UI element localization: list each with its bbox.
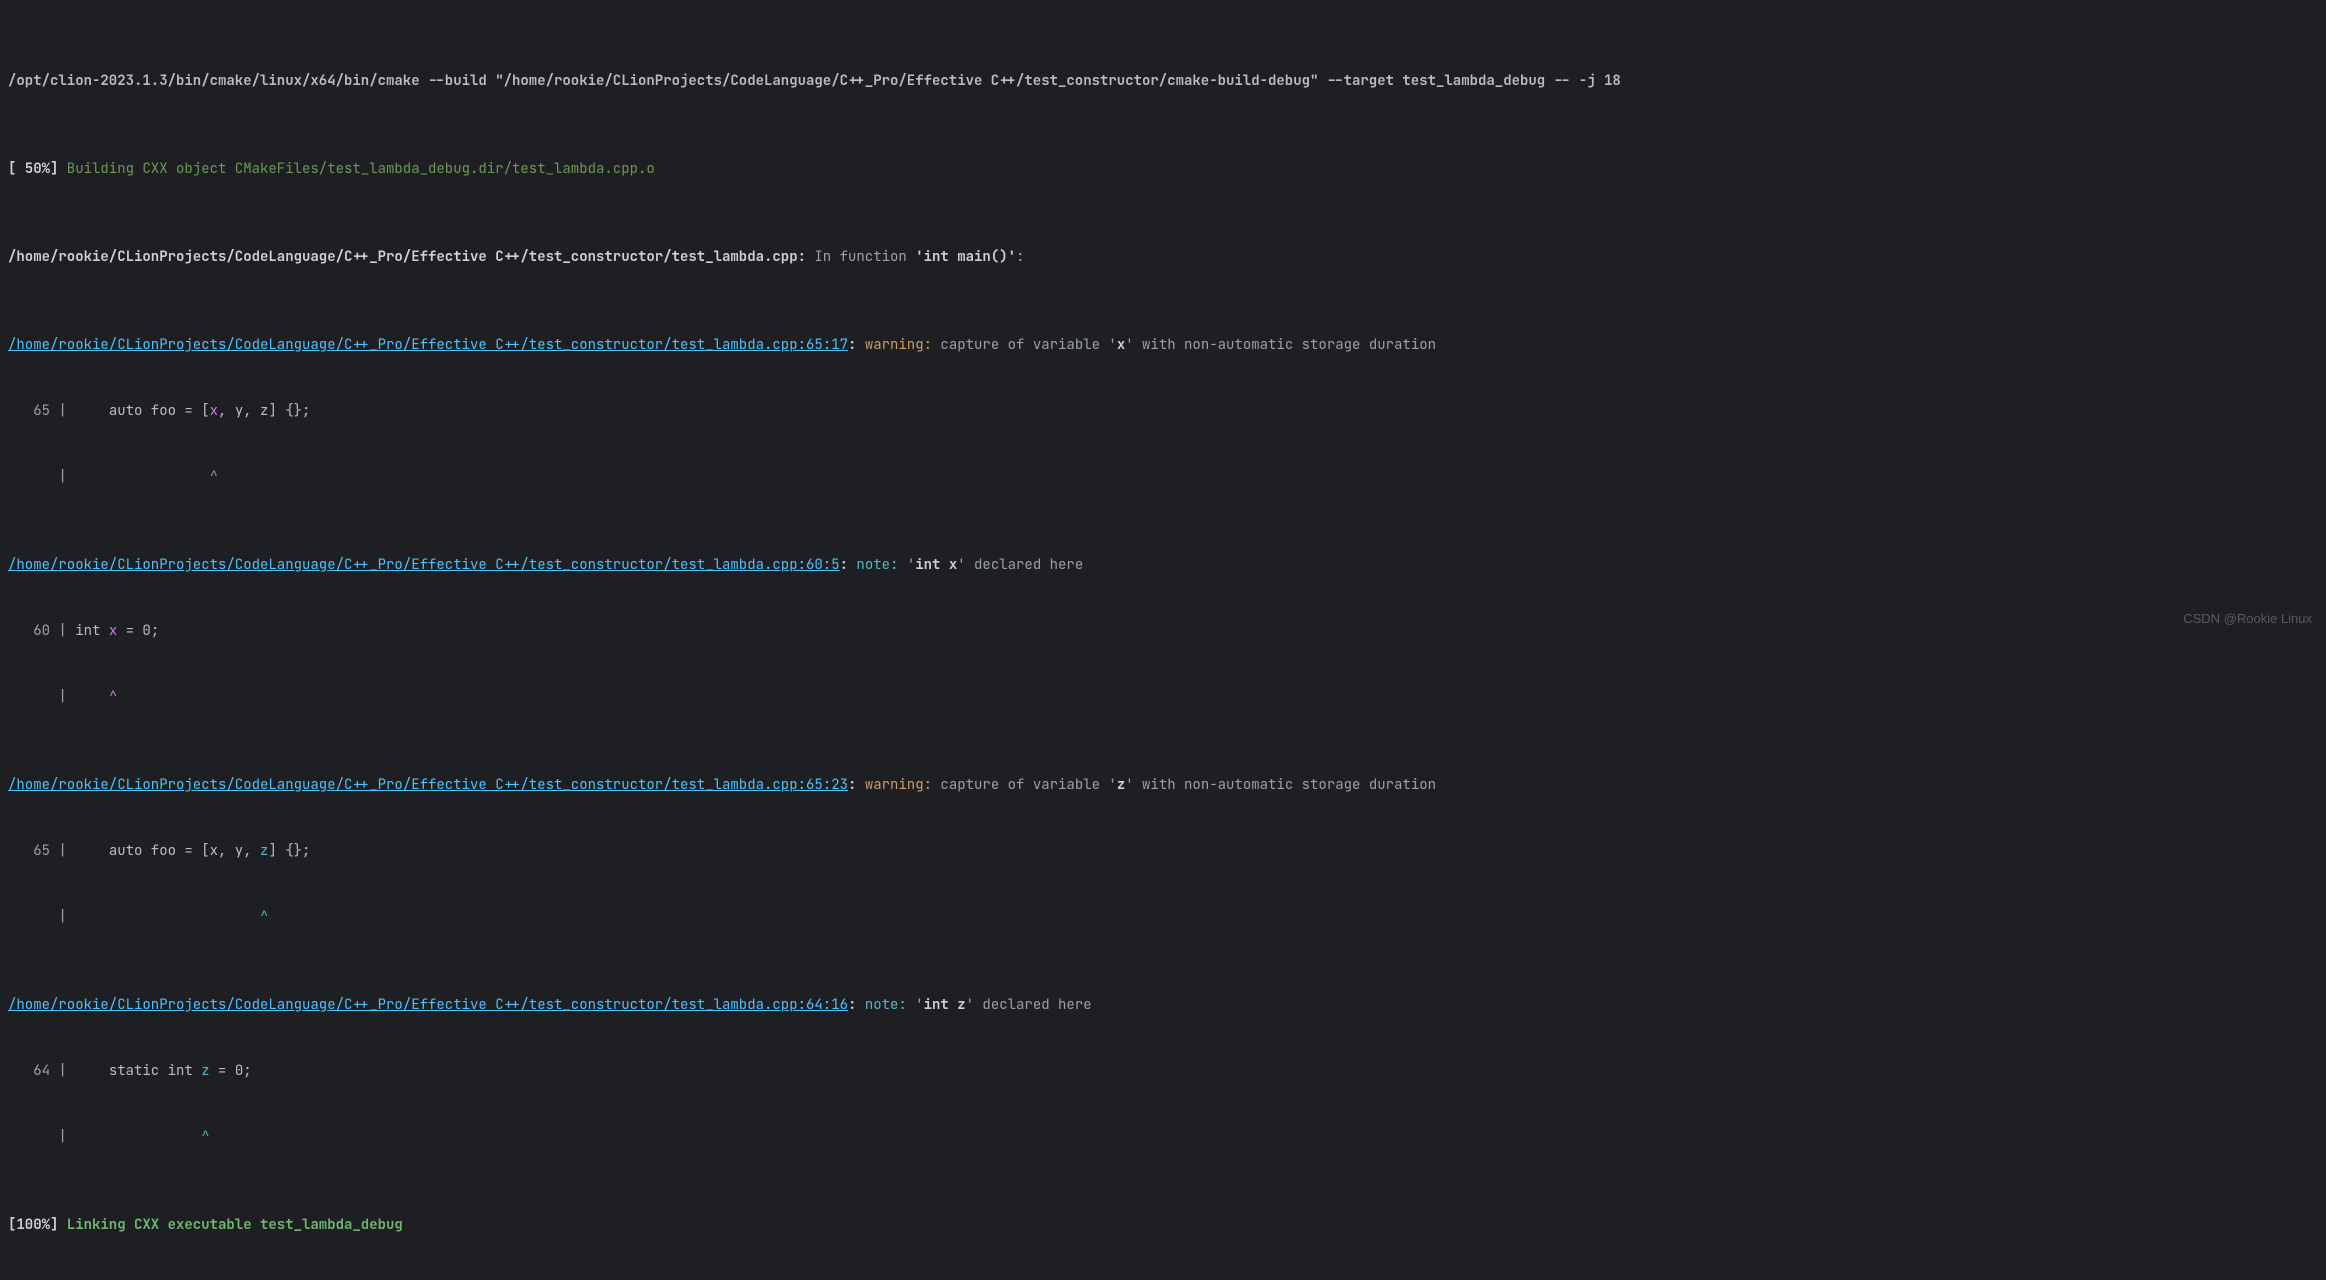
cmake-command-line: /opt/clion-2023.1.3/bin/cmake/linux/x64/…	[8, 70, 2318, 92]
warning2-gutter: |	[50, 842, 109, 860]
note2-path-link[interactable]: /home/rookie/CLionProjects/CodeLanguage/…	[8, 996, 848, 1014]
warning1-line: /home/rookie/CLionProjects/CodeLanguage/…	[8, 334, 2318, 356]
note1-path-link[interactable]: /home/rookie/CLionProjects/CodeLanguage/…	[8, 556, 840, 574]
warning-tag: warning:	[865, 336, 932, 354]
note1-text1: '	[898, 556, 915, 574]
watermark: CSDN @Rookie Linux	[2183, 608, 2312, 630]
progress-50-line: [ 50%] Building CXX object CMakeFiles/te…	[8, 158, 2318, 180]
warning1-path-link[interactable]: /home/rookie/CLionProjects/CodeLanguage/…	[8, 336, 848, 354]
caret-icon: ^	[210, 468, 218, 486]
in-function-line: /home/rookie/CLionProjects/CodeLanguage/…	[8, 246, 2318, 268]
warning2-text1: capture of variable '	[932, 776, 1117, 794]
in-function-name: 'int main()'	[915, 248, 1016, 266]
warning-tag: warning:	[865, 776, 932, 794]
warning2-caret-sep: |	[50, 908, 260, 926]
warning1-code2: , y, z] {};	[218, 402, 310, 420]
in-function-path: /home/rookie/CLionProjects/CodeLanguage/…	[8, 248, 806, 266]
warning2-line: /home/rookie/CLionProjects/CodeLanguage/…	[8, 774, 2318, 796]
progress-100-link: [100%]	[8, 1216, 58, 1234]
caret-icon: ^	[260, 908, 268, 926]
note1-code1: int	[75, 622, 109, 640]
warning2-caret-ln	[8, 908, 50, 926]
note1-caret-ln	[8, 688, 50, 706]
note2-gutter: |	[50, 1062, 109, 1080]
note1-code2: = 0;	[117, 622, 159, 640]
note2-decl: int z	[924, 996, 966, 1014]
warning1-text1: capture of variable '	[932, 336, 1117, 354]
warning2-sep: :	[848, 776, 865, 794]
note1-gutter: |	[50, 622, 75, 640]
note1-text2: ' declared here	[957, 556, 1083, 574]
build-console: /opt/clion-2023.1.3/bin/cmake/linux/x64/…	[8, 4, 2318, 1280]
warning2-var: z	[1117, 776, 1125, 794]
note1-code-line: 60 | int x = 0;	[8, 620, 2318, 642]
note2-caret-ln	[8, 1128, 50, 1146]
note2-code1: static int	[109, 1062, 201, 1080]
building-text: Building CXX object CMakeFiles/test_lamb…	[58, 160, 654, 178]
in-function-text: In function	[806, 248, 915, 266]
warning2-path-link[interactable]: /home/rookie/CLionProjects/CodeLanguage/…	[8, 776, 848, 794]
progress-50: [ 50%]	[8, 160, 58, 178]
note1-caret-line: | ^	[8, 686, 2318, 708]
warning2-code-var: z	[260, 842, 268, 860]
note1-code-var: x	[109, 622, 117, 640]
warning1-gutter: |	[50, 402, 109, 420]
note2-line: /home/rookie/CLionProjects/CodeLanguage/…	[8, 994, 2318, 1016]
note1-lineno: 60	[8, 622, 50, 640]
note2-code-var: z	[201, 1062, 209, 1080]
note2-sep: :	[848, 996, 865, 1014]
warning1-caret-sep: |	[50, 468, 210, 486]
warning1-var: x	[1117, 336, 1125, 354]
warning2-code1: auto foo = [x, y,	[109, 842, 260, 860]
warning1-lineno: 65	[8, 402, 50, 420]
warning1-caret-line: | ^	[8, 466, 2318, 488]
warning1-caret-ln	[8, 468, 50, 486]
note2-text1: '	[907, 996, 924, 1014]
warning2-code-line: 65 | auto foo = [x, y, z] {};	[8, 840, 2318, 862]
note2-caret-line: | ^	[8, 1126, 2318, 1148]
note2-lineno: 64	[8, 1062, 50, 1080]
note1-caret-sep: |	[50, 688, 109, 706]
warning1-code-line: 65 | auto foo = [x, y, z] {};	[8, 400, 2318, 422]
warning2-text2: ' with non-automatic storage duration	[1125, 776, 1436, 794]
progress-100-link-line: [100%] Linking CXX executable test_lambd…	[8, 1214, 2318, 1236]
caret-icon: ^	[109, 688, 117, 706]
warning1-code1: auto foo = [	[109, 402, 210, 420]
linking-text: Linking CXX executable test_lambda_debug	[58, 1216, 402, 1234]
warning1-text2: ' with non-automatic storage duration	[1125, 336, 1436, 354]
note2-code2: = 0;	[210, 1062, 252, 1080]
warning2-caret-line: | ^	[8, 906, 2318, 928]
note2-caret-sep: |	[50, 1128, 201, 1146]
note-tag: note:	[856, 556, 898, 574]
note1-sep: :	[840, 556, 857, 574]
note-tag: note:	[865, 996, 907, 1014]
warning2-code2: ] {};	[268, 842, 310, 860]
note2-code-line: 64 | static int z = 0;	[8, 1060, 2318, 1082]
warning1-code-var: x	[210, 402, 218, 420]
note1-line: /home/rookie/CLionProjects/CodeLanguage/…	[8, 554, 2318, 576]
note2-text2: ' declared here	[966, 996, 1092, 1014]
warning1-sep: :	[848, 336, 865, 354]
caret-icon: ^	[201, 1128, 209, 1146]
in-function-colon: :	[1016, 248, 1024, 266]
warning2-lineno: 65	[8, 842, 50, 860]
note1-decl: int x	[915, 556, 957, 574]
cmake-command: /opt/clion-2023.1.3/bin/cmake/linux/x64/…	[8, 72, 1621, 90]
